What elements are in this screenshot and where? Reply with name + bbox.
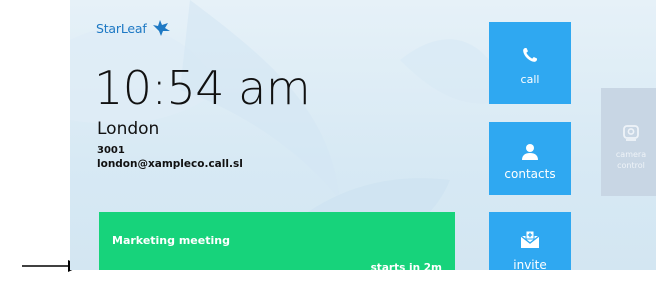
- home-screen: StarLeaf 10:54 am London 3001 london@xam…: [70, 0, 656, 270]
- brand-name: StarLeaf: [96, 20, 147, 36]
- call-address: london@xampleco.call.sl: [97, 158, 243, 170]
- envelope-plus-icon: [520, 231, 540, 248]
- leaf-logo-icon: [152, 20, 170, 36]
- clock-time: 10:54 am: [94, 61, 311, 115]
- call-button[interactable]: call: [489, 22, 571, 104]
- starleaf-logo: StarLeaf: [96, 19, 171, 37]
- contacts-label: contacts: [504, 167, 556, 181]
- person-icon: [522, 144, 538, 160]
- camera-control-label-line2: control: [617, 161, 645, 170]
- camera-control-label-line1: camera: [615, 150, 647, 159]
- phone-icon: [523, 48, 537, 62]
- camera-control-button[interactable]: camera control: [601, 88, 656, 196]
- upcoming-meeting-card[interactable]: Marketing meeting starts in 2m: [99, 212, 455, 270]
- call-label: call: [520, 73, 540, 86]
- invite-label: invite: [513, 258, 547, 270]
- camera-lens-icon: [623, 125, 639, 141]
- meeting-start-countdown: starts in 2m: [370, 262, 442, 270]
- page: StarLeaf 10:54 am London 3001 london@xam…: [0, 0, 656, 295]
- contacts-button[interactable]: contacts: [489, 122, 571, 195]
- meeting-title: Marketing meeting: [112, 234, 230, 247]
- extension-number: 3001: [97, 145, 125, 156]
- invite-button[interactable]: invite: [489, 212, 571, 270]
- location-name: London: [97, 119, 160, 139]
